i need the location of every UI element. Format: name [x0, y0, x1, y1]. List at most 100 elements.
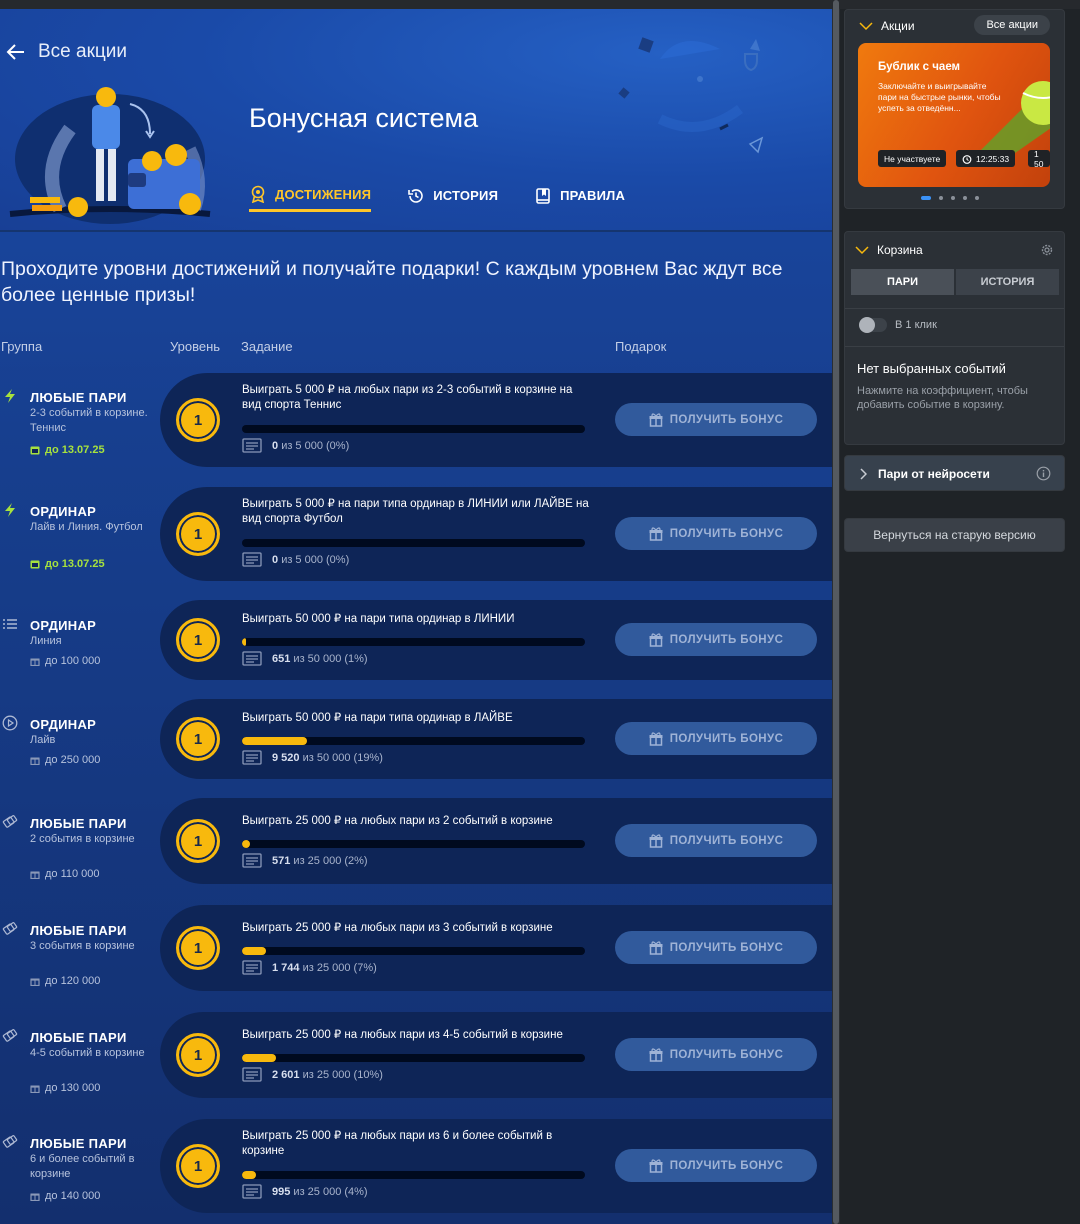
- task-text: Выиграть 25 000 ₽ на любых пари из 6 и б…: [242, 1130, 553, 1157]
- list-icon: [3, 619, 17, 629]
- level-coin: 1: [176, 1033, 220, 1077]
- group-subtitle: 2-3 событий в корзине. Теннис: [30, 407, 148, 434]
- task-text: Выиграть 25 000 ₽ на любых пари из 2 соб…: [242, 815, 553, 827]
- promo-header: Все акции Бонусная система ДОСТИЖЕНИЯ ИС…: [0, 9, 832, 231]
- progress-fill: [242, 947, 266, 955]
- get-bonus-button[interactable]: ПОЛУЧИТЬ БОНУС: [615, 824, 817, 857]
- group-limit-text: до 130 000: [45, 1082, 101, 1094]
- get-bonus-button[interactable]: ПОЛУЧИТЬ БОНУС: [615, 931, 817, 964]
- scrollbar-thumb[interactable]: [833, 0, 839, 1224]
- progress-rest: из 25 000 (4%): [293, 1185, 368, 1198]
- carousel-dot[interactable]: [975, 196, 979, 200]
- ticket-list-icon[interactable]: [242, 651, 262, 666]
- group-limit: до 120 000: [30, 975, 100, 987]
- chevron-down-icon: [855, 246, 869, 255]
- carousel-dot[interactable]: [951, 196, 955, 200]
- carousel-dot[interactable]: [939, 196, 943, 200]
- progress-bar: [242, 425, 585, 433]
- ticket-list-icon[interactable]: [242, 750, 262, 765]
- tabs: ДОСТИЖЕНИЯ ИСТОРИЯ ПРАВИЛА: [249, 179, 625, 212]
- wallet-illustration: [9, 87, 211, 224]
- back-link[interactable]: Все акции: [6, 41, 127, 63]
- tab-label: ПРАВИЛА: [560, 188, 626, 203]
- group-limit-text: до 100 000: [45, 655, 101, 667]
- ticket-list-icon[interactable]: [242, 1067, 262, 1082]
- task-text: Выиграть 50 000 ₽ на пари типа ординар в…: [242, 712, 513, 724]
- group-limit: до 13.07.25: [30, 558, 105, 570]
- progress-rest: из 25 000 (7%): [302, 961, 377, 974]
- group-subtitle: Лайв и Линия. Футбол: [30, 521, 143, 533]
- carousel-dot[interactable]: [963, 196, 967, 200]
- progress-rest: из 50 000 (1%): [293, 652, 368, 665]
- ticket-list-icon[interactable]: [242, 960, 262, 975]
- progress-rest: из 5 000 (0%): [281, 439, 350, 452]
- ticket-list-icon[interactable]: [242, 1184, 262, 1199]
- get-bonus-label: ПОЛУЧИТЬ БОНУС: [669, 1048, 784, 1061]
- task-text: Выиграть 50 000 ₽ на пари типа ординар в…: [242, 613, 515, 625]
- tab-basket-history[interactable]: ИСТОРИЯ: [956, 269, 1059, 295]
- book-icon: [536, 187, 550, 204]
- old-version-button[interactable]: Вернуться на старую версию: [844, 518, 1065, 552]
- tab-rules[interactable]: ПРАВИЛА: [534, 179, 625, 212]
- tab-achievements[interactable]: ДОСТИЖЕНИЯ: [249, 179, 372, 212]
- group-limit-text: до 13.07.25: [45, 558, 105, 570]
- basket-header[interactable]: Корзина: [855, 243, 923, 257]
- get-bonus-button[interactable]: ПОЛУЧИТЬ БОНУС: [615, 403, 817, 436]
- timer-value: 12:25:33: [976, 153, 1010, 164]
- group-title: ОРДИНАР: [30, 717, 97, 732]
- main-panel: Все акции Бонусная система ДОСТИЖЕНИЯ ИС…: [0, 0, 832, 1224]
- promo-title: Бублик с чаем: [878, 61, 961, 73]
- group-limit: до 13.07.25: [30, 444, 105, 456]
- progress-label: 0 из 5 000 (0%): [242, 438, 349, 453]
- carousel-dot[interactable]: [921, 196, 931, 200]
- progress-label: 651 из 50 000 (1%): [242, 651, 368, 666]
- progress-done: 0: [272, 553, 279, 566]
- level-coin: 1: [176, 926, 220, 970]
- progress-rest: из 25 000 (10%): [302, 1068, 383, 1081]
- group-subtitle: Линия: [30, 635, 62, 647]
- progress-bar: [242, 638, 585, 646]
- col-group-header: Группа: [1, 339, 43, 354]
- group-subtitle: 6 и более событий в корзине: [30, 1153, 135, 1180]
- ai-bets-panel[interactable]: Пари от нейросети: [844, 455, 1065, 491]
- group-title: ЛЮБЫЕ ПАРИ: [30, 1136, 127, 1151]
- promos-header[interactable]: Акции: [859, 19, 915, 33]
- confetti-decoration: [618, 37, 764, 154]
- ticket-list-icon[interactable]: [242, 552, 262, 567]
- group-limit-text: до 140 000: [45, 1190, 101, 1202]
- progress-bar: [242, 1171, 585, 1179]
- progress-fill: [242, 1054, 277, 1062]
- ticket-list-icon[interactable]: [242, 853, 262, 868]
- progress-label: 9 520 из 50 000 (19%): [242, 750, 383, 765]
- progress-done: 571: [272, 854, 291, 867]
- achievement-row: ОРДИНАР Линия до 100 000 1 Выиграть 50 0…: [0, 600, 832, 680]
- progress-label: 1 744 из 25 000 (7%): [242, 960, 377, 975]
- info-icon[interactable]: [1036, 466, 1051, 481]
- carousel-dots: [921, 196, 979, 200]
- participation-chip: Не участвуете: [878, 150, 947, 167]
- all-promos-button[interactable]: Все акции: [974, 15, 1050, 35]
- achievement-row: ОРДИНАР Лайв и Линия. Футбол до 13.07.25…: [0, 487, 832, 581]
- level-coin: 1: [176, 512, 220, 556]
- progress-label: 571 из 25 000 (2%): [242, 853, 368, 868]
- ticket-list-icon[interactable]: [242, 438, 262, 453]
- get-bonus-button[interactable]: ПОЛУЧИТЬ БОНУС: [615, 623, 817, 656]
- one-click-toggle[interactable]: [859, 317, 887, 333]
- promo-card[interactable]: Бублик с чаем Заключайте и выигрывайте п…: [858, 43, 1050, 187]
- tickets-icon: [2, 922, 18, 935]
- group-limit-text: до 110 000: [45, 868, 100, 880]
- group-limit-text: до 120 000: [45, 975, 101, 987]
- progress-done: 9 520: [272, 751, 300, 764]
- tab-history[interactable]: ИСТОРИЯ: [407, 179, 498, 212]
- tab-bets[interactable]: ПАРИ: [851, 269, 954, 295]
- get-bonus-button[interactable]: ПОЛУЧИТЬ БОНУС: [615, 517, 817, 550]
- get-bonus-button[interactable]: ПОЛУЧИТЬ БОНУС: [615, 1038, 817, 1071]
- get-bonus-button[interactable]: ПОЛУЧИТЬ БОНУС: [615, 1149, 817, 1182]
- gear-icon[interactable]: [1040, 243, 1054, 257]
- progress-done: 1 744: [272, 961, 300, 974]
- gift-icon: [30, 1085, 40, 1093]
- get-bonus-button[interactable]: ПОЛУЧИТЬ БОНУС: [615, 722, 817, 755]
- level-coin: 1: [176, 717, 220, 761]
- gift-icon: [649, 1158, 663, 1173]
- empty-title: Нет выбранных событий: [857, 361, 1006, 376]
